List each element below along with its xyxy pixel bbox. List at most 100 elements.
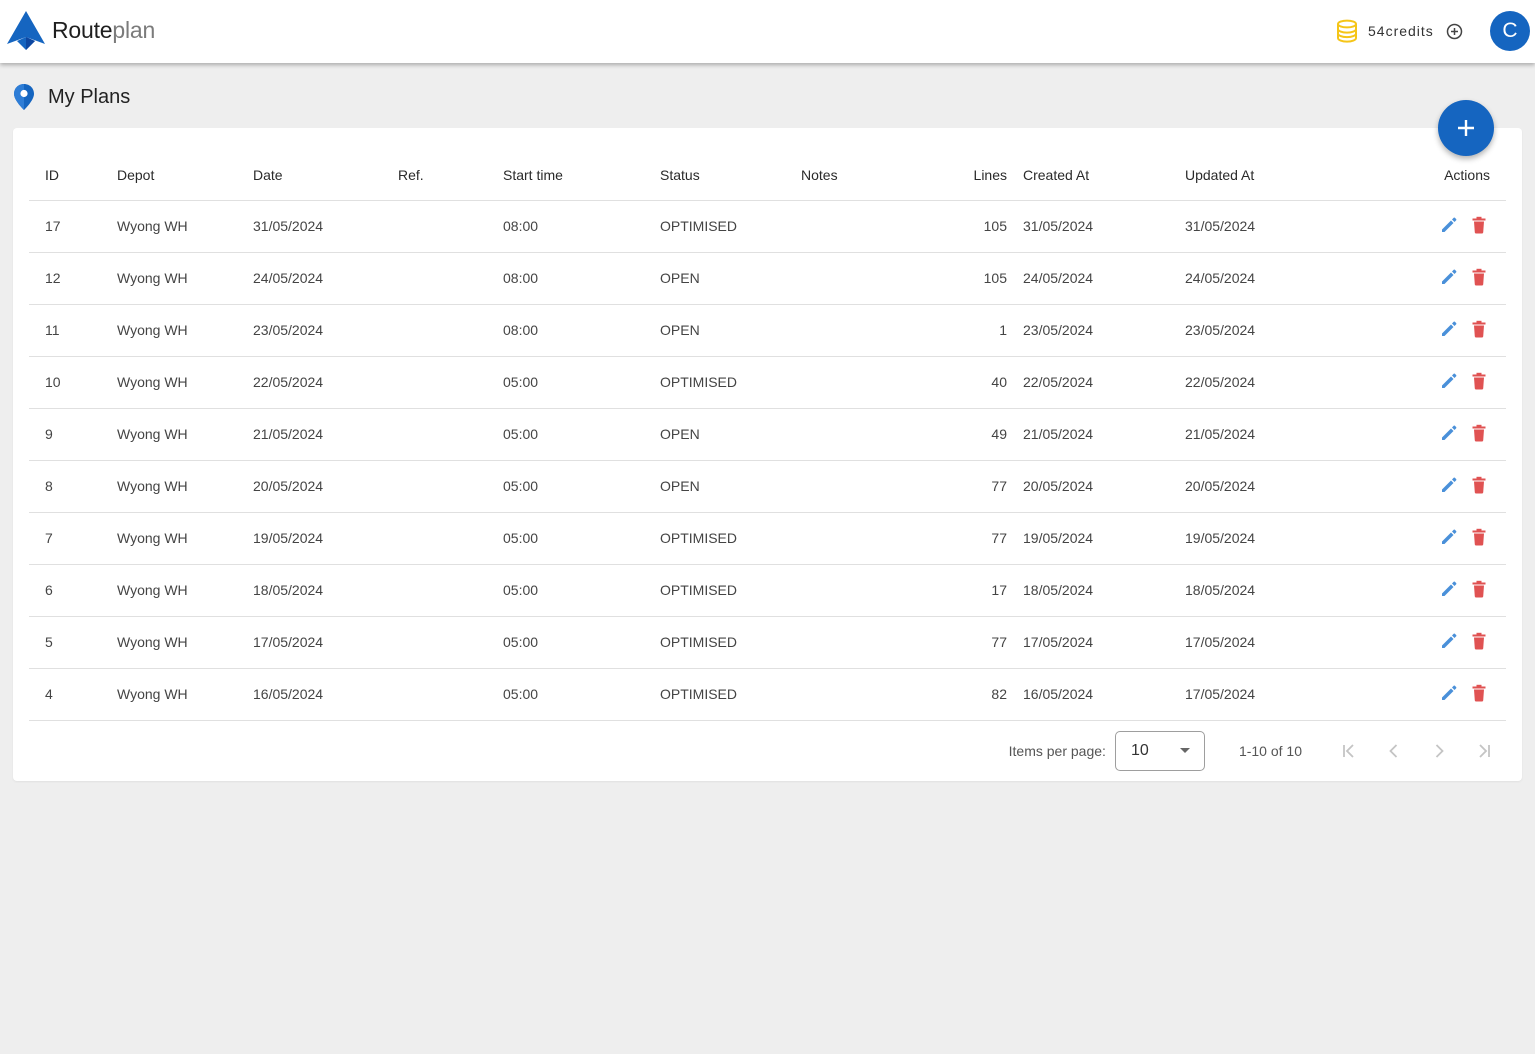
edit-plan-button[interactable] [1440,424,1458,442]
delete-plan-button[interactable] [1471,216,1487,234]
cell-status: OPTIMISED [660,564,801,617]
edit-icon [1442,529,1457,544]
next-page-button[interactable] [1416,731,1461,771]
table-row[interactable]: 4 Wyong WH 16/05/2024 05:00 OPTIMISED 82 16/05… [29,668,1506,721]
cell-created-at: 22/05/2024 [1023,356,1185,409]
edit-plan-button[interactable] [1440,268,1458,286]
cell-depot: Wyong WH [117,252,253,305]
table-row[interactable]: 9 Wyong WH 21/05/2024 05:00 OPEN 49 21/05/2024… [29,408,1506,461]
row-actions [1440,424,1490,442]
column-header-start-time[interactable]: Start time [503,144,660,201]
column-header-date[interactable]: Date [253,144,398,201]
credits-indicator: 54credits [1336,18,1463,44]
edit-plan-button[interactable] [1440,580,1458,598]
edit-plan-button[interactable] [1440,476,1458,494]
table-row[interactable]: 11 Wyong WH 23/05/2024 08:00 OPEN 1 23/05/2024… [29,304,1506,357]
cell-start-time: 08:00 [503,304,660,357]
cell-id: 12 [29,252,117,305]
delete-plan-button[interactable] [1471,684,1487,702]
cell-lines: 105 [911,252,1023,305]
edit-plan-button[interactable] [1440,684,1458,702]
delete-plan-button[interactable] [1471,476,1487,494]
paginator: Items per page: 10 1-10 of 10 [29,721,1506,781]
delete-plan-button[interactable] [1471,268,1487,286]
cell-actions [1369,512,1506,565]
items-per-page-select[interactable]: 10 [1114,731,1205,771]
previous-page-button[interactable] [1371,731,1416,771]
cell-date: 16/05/2024 [253,668,398,721]
table-row[interactable]: 17 Wyong WH 31/05/2024 08:00 OPTIMISED 105 31/… [29,200,1506,253]
cell-depot: Wyong WH [117,200,253,253]
delete-icon [1472,580,1486,598]
cell-notes [801,512,911,565]
cell-created-at: 31/05/2024 [1023,200,1185,253]
edit-plan-button[interactable] [1440,528,1458,546]
cell-actions [1369,252,1506,305]
column-header-actions: Actions [1369,144,1506,201]
column-header-created-at[interactable]: Created At [1023,144,1185,201]
delete-plan-button[interactable] [1471,632,1487,650]
column-header-id[interactable]: ID [29,144,117,201]
cell-ref [398,356,503,409]
edit-icon [1442,477,1457,492]
cell-id: 6 [29,564,117,617]
cell-status: OPEN [660,252,801,305]
table-row[interactable]: 5 Wyong WH 17/05/2024 05:00 OPTIMISED 77 17/05… [29,616,1506,669]
column-header-notes[interactable]: Notes [801,144,911,201]
add-plan-button[interactable] [1438,100,1494,156]
last-page-button[interactable] [1461,731,1506,771]
delete-icon [1472,372,1486,390]
add-credits-button[interactable] [1446,23,1463,40]
delete-icon [1472,528,1486,546]
column-header-status[interactable]: Status [660,144,801,201]
user-avatar[interactable]: C [1490,11,1530,51]
cell-start-time: 08:00 [503,200,660,253]
edit-icon [1442,685,1457,700]
cell-lines: 17 [911,564,1023,617]
cell-lines: 82 [911,668,1023,721]
cell-notes [801,668,911,721]
cell-status: OPEN [660,304,801,357]
column-header-depot[interactable]: Depot [117,144,253,201]
cell-updated-at: 17/05/2024 [1185,616,1369,669]
column-header-updated-at[interactable]: Updated At [1185,144,1369,201]
edit-icon [1442,217,1457,232]
cell-status: OPTIMISED [660,668,801,721]
cell-updated-at: 31/05/2024 [1185,200,1369,253]
cell-start-time: 08:00 [503,252,660,305]
cell-actions [1369,304,1506,357]
table-row[interactable]: 7 Wyong WH 19/05/2024 05:00 OPTIMISED 77 19/05… [29,512,1506,565]
cell-actions [1369,460,1506,513]
edit-plan-button[interactable] [1440,632,1458,650]
column-header-ref[interactable]: Ref. [398,144,503,201]
cell-created-at: 21/05/2024 [1023,408,1185,461]
table-row[interactable]: 6 Wyong WH 18/05/2024 05:00 OPTIMISED 17 18/05… [29,564,1506,617]
edit-plan-button[interactable] [1440,320,1458,338]
cell-status: OPTIMISED [660,616,801,669]
cell-status: OPTIMISED [660,200,801,253]
row-actions [1440,580,1490,598]
app-logo[interactable]: Routeplan [6,10,155,50]
cell-start-time: 05:00 [503,356,660,409]
delete-plan-button[interactable] [1471,528,1487,546]
cell-start-time: 05:00 [503,564,660,617]
edit-plan-button[interactable] [1440,372,1458,390]
cell-start-time: 05:00 [503,460,660,513]
row-actions [1440,632,1490,650]
delete-plan-button[interactable] [1471,424,1487,442]
cell-id: 4 [29,668,117,721]
delete-plan-button[interactable] [1471,372,1487,390]
chevron-right-icon [1435,744,1444,758]
row-actions [1440,320,1490,338]
cell-created-at: 23/05/2024 [1023,304,1185,357]
delete-plan-button[interactable] [1471,580,1487,598]
cell-depot: Wyong WH [117,356,253,409]
table-row[interactable]: 12 Wyong WH 24/05/2024 08:00 OPEN 105 24/05/20… [29,252,1506,305]
table-row[interactable]: 8 Wyong WH 20/05/2024 05:00 OPEN 77 20/05/2024… [29,460,1506,513]
cell-notes [801,564,911,617]
first-page-button[interactable] [1326,731,1371,771]
table-row[interactable]: 10 Wyong WH 22/05/2024 05:00 OPTIMISED 40 22/0… [29,356,1506,409]
edit-plan-button[interactable] [1440,216,1458,234]
column-header-lines[interactable]: Lines [911,144,1023,201]
delete-plan-button[interactable] [1471,320,1487,338]
